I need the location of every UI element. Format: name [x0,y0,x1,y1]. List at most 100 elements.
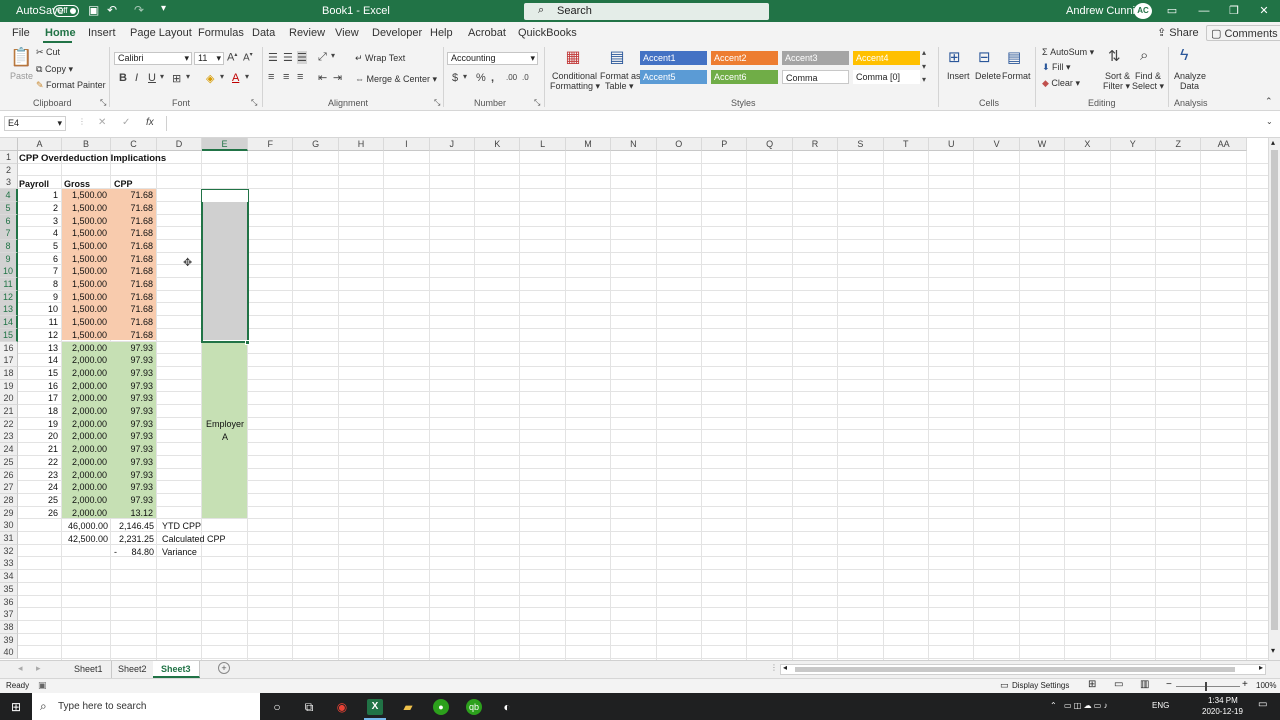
merge-center-button[interactable]: ⇔ Merge & Center ▾ [355,74,437,85]
sheet-title[interactable]: CPP Overdeduction Implications [16,152,169,165]
column-header-f[interactable]: F [248,138,294,151]
decrease-indent-icon[interactable]: ⇤ [318,71,327,84]
increase-font-icon[interactable]: A▴ [227,51,237,64]
cell-gross[interactable]: 2,000.00 [62,430,110,443]
redo-icon[interactable]: ↷ [134,3,144,17]
cell-gross[interactable]: 1,500.00 [62,329,110,342]
row-header-11[interactable]: 11 [0,278,18,291]
cell-cpp[interactable]: 97.93 [111,456,156,469]
column-header-o[interactable]: O [656,138,702,151]
cell-gross[interactable]: 2,000.00 [62,469,110,482]
cell-payroll[interactable]: 5 [18,240,61,253]
cell-payroll[interactable]: 11 [18,316,61,329]
column-header-u[interactable]: U [929,138,975,151]
cell-payroll[interactable]: 16 [18,380,61,393]
chrome-icon[interactable]: ◉ [334,699,350,715]
delete-cells-icon[interactable]: ⊟ [978,48,991,66]
cell-gross[interactable]: 2,000.00 [62,354,110,367]
minimize-icon[interactable]: — [1196,3,1212,19]
cell-payroll[interactable]: 20 [18,430,61,443]
column-header-z[interactable]: Z [1156,138,1202,151]
select-all-corner[interactable] [0,138,18,151]
cell-cpp[interactable]: 97.93 [111,405,156,418]
zoom-in-icon[interactable]: + [1242,679,1248,690]
cell-cpp[interactable]: 71.68 [111,278,156,291]
autosave-toggle[interactable]: Off [53,5,79,17]
cell-cpp[interactable]: 97.93 [111,354,156,367]
zoom-out-icon[interactable]: − [1166,679,1172,690]
row-header-32[interactable]: 32 [0,544,18,558]
tray-chevron-icon[interactable]: ⌃ [1050,701,1057,710]
row-header-8[interactable]: 8 [0,239,18,253]
language-indicator[interactable]: ENG [1152,701,1169,710]
paste-icon[interactable]: 📋 [10,47,32,68]
align-right-icon[interactable]: ≡ [297,71,303,83]
normal-view-icon[interactable]: ⊞ [1088,679,1096,690]
align-bottom-icon[interactable]: ☰ [297,51,307,64]
employer-label-2[interactable]: A [202,431,248,444]
cell-cpp[interactable]: 71.68 [111,215,156,228]
column-header-s[interactable]: S [838,138,884,151]
excel-icon[interactable]: X [367,699,383,715]
scroll-down-icon[interactable]: ▾ [1271,646,1275,655]
cancel-icon[interactable]: ✕ [98,117,106,128]
analyze-data-icon[interactable]: ϟ [1180,47,1188,65]
row-header-31[interactable]: 31 [0,532,18,545]
cell-cpp[interactable]: 97.93 [111,443,156,456]
cell-cpp[interactable]: 71.68 [111,202,156,215]
column-header-v[interactable]: V [974,138,1020,151]
cell-payroll[interactable]: 12 [18,329,61,342]
column-header-c[interactable]: C [111,138,157,151]
row-header-38[interactable]: 38 [0,620,18,634]
cell-cpp[interactable]: 71.68 [111,291,156,304]
ytd-gross[interactable]: 46,000.00 [62,520,111,533]
chevron-down-icon[interactable]: ▾ [331,51,335,60]
formula-input[interactable] [166,116,1266,131]
chevron-down-icon[interactable]: ▾ [186,72,190,81]
cell-gross[interactable]: 2,000.00 [62,418,110,431]
name-box[interactable]: E4 ▾ [4,116,66,131]
tab-formulas[interactable]: Formulas [198,27,244,39]
cell-payroll[interactable]: 17 [18,392,61,405]
cell-cpp[interactable]: 97.93 [111,430,156,443]
employer-label-1[interactable]: Employer [202,418,248,431]
tab-insert[interactable]: Insert [88,27,116,39]
clock-time[interactable]: 1:34 PM [1208,696,1238,705]
dialog-launcher-icon[interactable]: ⤡ [100,98,106,108]
cell-cpp[interactable]: 71.68 [111,189,156,202]
cell-gross[interactable]: 2,000.00 [62,392,110,405]
column-header-m[interactable]: M [565,138,612,151]
column-header-g[interactable]: G [293,138,339,151]
cell-payroll[interactable]: 22 [18,456,61,469]
style-accent5[interactable]: Accent5 [640,70,707,84]
cell-payroll[interactable]: 14 [18,354,61,367]
cell-cpp[interactable]: 71.68 [111,240,156,253]
cell-cpp[interactable]: 71.68 [111,316,156,329]
ytd-cpp[interactable]: 2,146.45 [111,520,157,533]
dialog-launcher-icon[interactable]: ⤡ [534,98,540,108]
tab-home[interactable]: Home [45,27,76,39]
comma-button[interactable]: , [491,72,494,84]
style-comma[interactable]: Comma [782,70,849,84]
active-cell[interactable] [202,190,248,202]
cell-payroll[interactable]: 10 [18,303,61,316]
column-header-a[interactable]: A [18,138,62,151]
close-icon[interactable]: ✕ [1256,3,1272,19]
find-select-icon[interactable]: ⌕ [1140,47,1148,64]
collapse-ribbon-icon[interactable]: ⌃ [1265,96,1273,107]
tab-split-icon[interactable]: ⋮ [770,663,778,672]
clear-button[interactable]: ◆ Clear ▾ [1042,78,1080,89]
column-header-l[interactable]: L [520,138,566,151]
format-cells-icon[interactable]: ▤ [1007,48,1021,66]
cell-gross[interactable]: 1,500.00 [62,240,110,253]
row-header-13[interactable]: 13 [0,303,18,317]
zoom-slider[interactable] [1176,686,1240,687]
scroll-up-icon[interactable]: ▴ [1271,138,1275,147]
cell-payroll[interactable]: 9 [18,291,61,304]
zoom-level[interactable]: 100% [1256,681,1276,690]
scroll-down-icon[interactable]: ▾ [922,62,926,71]
cell-gross[interactable]: 1,500.00 [62,291,110,304]
row-header-39[interactable]: 39 [0,633,18,647]
row-header-25[interactable]: 25 [0,455,18,469]
increase-indent-icon[interactable]: ⇥ [333,71,342,84]
